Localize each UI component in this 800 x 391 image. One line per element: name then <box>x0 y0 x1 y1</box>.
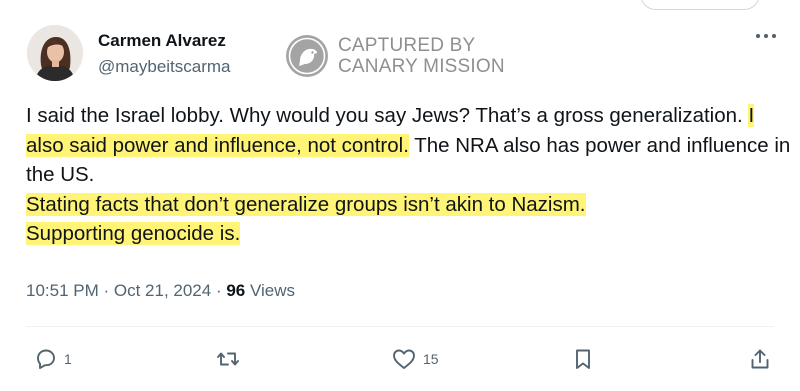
views-label: Views <box>245 281 296 300</box>
reply-icon <box>37 349 55 369</box>
highlighted-text: Supporting genocide is. <box>26 222 241 245</box>
top-button-edge[interactable] <box>640 0 760 10</box>
reply-count: 1 <box>64 351 72 367</box>
like-button[interactable]: 15 <box>391 347 439 371</box>
tweet-text: I said the Israel lobby. Why would you s… <box>26 101 796 249</box>
reply-button[interactable]: 1 <box>34 347 72 371</box>
watermark: CAPTURED BY CANARY MISSION <box>284 33 505 79</box>
repost-icon <box>217 352 239 366</box>
bookmark-button[interactable] <box>571 347 595 371</box>
watermark-line-1: CAPTURED BY <box>338 35 476 56</box>
share-icon <box>751 349 769 369</box>
views-count: 96 <box>226 281 246 300</box>
heart-icon <box>393 349 415 369</box>
tweet-time[interactable]: 10:51 PM <box>26 281 99 300</box>
text-segment: I said the Israel lobby. Why would you s… <box>26 104 749 127</box>
tweet-meta: 10:51 PM · Oct 21, 2024 · 96 Views <box>26 281 295 301</box>
meta-separator: · <box>211 281 227 300</box>
like-count: 15 <box>423 351 439 367</box>
share-button[interactable] <box>748 347 772 371</box>
author-handle[interactable]: @maybeitscarma <box>98 57 231 77</box>
tweet: Carmen Alvarez @maybeitscarma CAPTURED B… <box>0 0 800 391</box>
avatar-photo <box>27 25 83 81</box>
repost-button[interactable] <box>216 347 246 371</box>
divider <box>26 326 774 327</box>
author-name[interactable]: Carmen Alvarez <box>98 31 226 51</box>
highlighted-text: Stating facts that don’t generalize grou… <box>26 192 586 216</box>
watermark-line-2: CANARY MISSION <box>338 56 505 77</box>
bookmark-icon <box>576 349 590 369</box>
tweet-date[interactable]: Oct 21, 2024 <box>114 281 211 300</box>
canary-badge-icon <box>286 35 328 77</box>
more-dots-icon[interactable] <box>755 28 777 39</box>
meta-separator: · <box>98 281 114 300</box>
avatar[interactable] <box>27 25 83 81</box>
